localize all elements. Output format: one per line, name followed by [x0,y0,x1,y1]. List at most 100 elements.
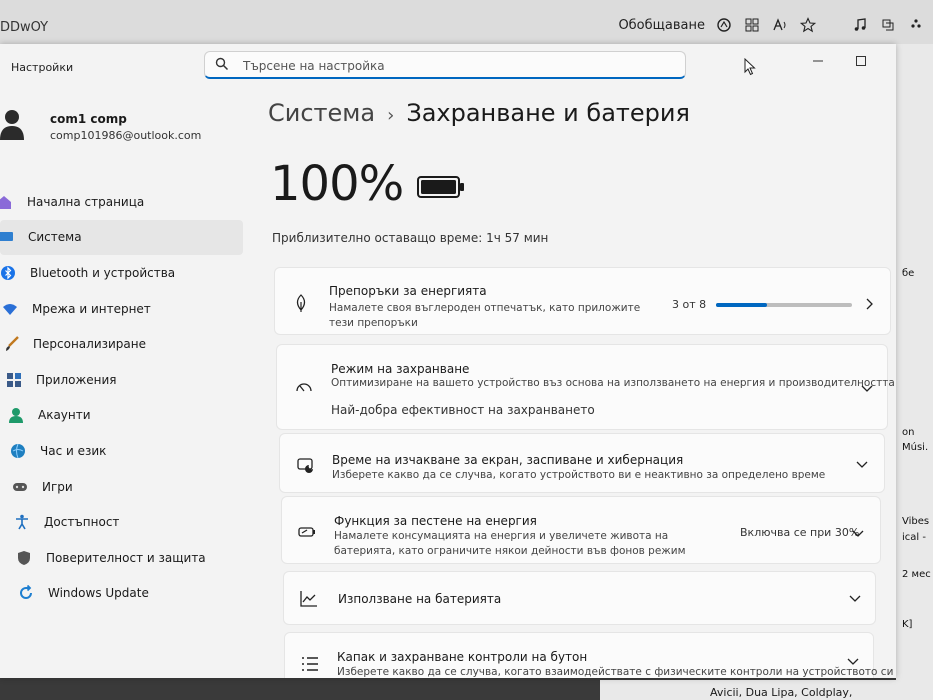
sidebar-item-label: Час и език [40,443,107,458]
copilot-icon[interactable] [715,16,733,34]
globe-icon [11,443,25,459]
user-email: comp101986@outlook.com [50,129,202,142]
battery-icon [417,176,464,198]
energy-progress-bar [716,303,852,307]
power-mode-icon [296,383,312,392]
sidebar-item-label: Поверителност и защита [46,550,206,565]
card-title: Препоръки за енергията [329,284,487,298]
sidebar-item-label: Начална страница [27,194,145,209]
avatar[interactable] [0,108,26,140]
lid-power-button-card[interactable]: Капак и захранване контроли на бутон Изб… [284,632,894,678]
sidebar-item-bluetooth[interactable]: Bluetooth и устройства [0,255,246,291]
breadcrumb: Система › Захранване и батерия [268,99,690,127]
accessibility-icon [16,514,28,530]
chart-line-icon [300,591,317,607]
card-title: Режим на захранване [331,362,470,376]
chevron-right-icon: › [387,105,395,126]
shield-icon [18,550,30,565]
sidebar-item-home[interactable]: Начална страница [0,184,246,220]
card-title: Използване на батерията [338,592,502,606]
system-icon [0,232,13,242]
chevron-down-icon [849,595,861,602]
chevron-right-icon [866,298,873,310]
sidebar-item-network[interactable]: Мрежа и интернет [0,291,246,327]
sidebar-item-gaming[interactable]: Игри [0,469,246,505]
screen-sleep-icon [297,458,313,473]
background-text: K] [902,619,913,630]
sidebar-item-personalization[interactable]: Персонализиране [0,326,246,362]
screen-sleep-card[interactable]: Време на изчакване за екран, заспиване и… [279,433,885,493]
sidebar-nav: Начална страница Система Bluetooth и уст… [0,184,246,611]
window-title: Настройки [11,61,74,74]
power-mode-card[interactable]: Режим на захранване Оптимизиране на ваше… [276,344,895,430]
search-input[interactable] [241,55,665,77]
energy-saver-card[interactable]: Функция за пестене на енергия Намалете к… [281,496,881,564]
favorite-star-icon[interactable] [799,16,817,34]
background-text: on [902,427,915,438]
remaining-time: Приблизително оставащо време: 1ч 57 мин [272,231,549,245]
music-icon[interactable] [851,16,869,34]
leaf-icon [296,294,306,312]
progress-fill [716,303,767,307]
sidebar-item-windows-update[interactable]: Windows Update [0,576,246,612]
search-box[interactable] [204,51,686,79]
summary-button[interactable]: Обобщаване [618,18,705,33]
sidebar-item-apps[interactable]: Приложения [0,362,246,398]
card-description: Изберете какво да се случва, когато взаи… [337,666,894,678]
chevron-down-icon [856,461,868,468]
sidebar-item-label: Акаунти [38,408,91,423]
sidebar-item-label: Мрежа и интернет [32,301,151,316]
bluetooth-icon [1,265,15,280]
sidebar-item-system[interactable]: Система [0,219,243,256]
sidebar-item-label: Персонализиране [33,337,147,352]
browser-toolbar: DDwOY Обобщаване [0,0,933,45]
minimize-icon [813,60,823,62]
sidebar-item-privacy[interactable]: Поверителност и защита [0,540,246,576]
page-title: Захранване и батерия [406,99,690,127]
browser-tab-title[interactable]: DDwOY [0,20,48,35]
sidebar-item-label: Достъпност [44,515,120,530]
card-description: Намалете консумацията на енергия и увели… [334,530,686,557]
card-description: Намалете своя въглероден отпечатък, като… [329,302,641,329]
chevron-down-icon [852,530,864,537]
wifi-icon [3,303,17,315]
energy-saver-icon [298,527,315,537]
energy-recommendations-card[interactable]: Препоръки за енергията Намалете своя въг… [274,267,891,335]
background-bottom: Avicii, Dua Lipa, Coldplay, [600,680,933,700]
battery-usage-card[interactable]: Използване на батерията [283,571,876,625]
breadcrumb-parent[interactable]: Система [268,99,375,127]
search-icon [215,57,229,71]
energy-saver-value: Включва се при 30% [740,526,860,539]
settings-window: Настройки com1 comp comp101986@outlook.c… [0,44,896,678]
sidebar-item-label: Bluetooth и устройства [30,265,176,280]
power-mode-value[interactable]: Най-добра ефективност на захранването [331,403,595,417]
browser-menu-icon[interactable] [907,16,925,34]
sidebar-item-label: Приложения [36,372,117,387]
account-icon [9,408,23,424]
background-text: Músi. [902,442,929,453]
battery-fill [421,180,456,194]
background-text: Vibes [902,516,930,527]
maximize-button[interactable] [846,50,876,72]
read-aloud-icon[interactable] [771,16,789,34]
minimize-button[interactable] [803,50,833,72]
card-title: Капак и захранване контроли на бутон [337,650,588,664]
sidebar-item-label: Windows Update [48,586,149,601]
card-title: Функция за пестене на енергия [334,514,537,528]
background-text: ical - [902,532,926,543]
sidebar-item-accessibility[interactable]: Достъпност [0,504,246,540]
sidebar-item-time-language[interactable]: Час и език [0,433,246,469]
background-text: бе [902,268,915,279]
card-description: Изберете какво да се случва, когато устр… [332,469,826,481]
card-title: Време на изчакване за екран, заспиване и… [332,453,684,467]
collections-icon[interactable] [879,16,897,34]
background-text: Avicii, Dua Lipa, Coldplay, [710,686,853,699]
maximize-icon [856,56,866,66]
user-name: com1 comp [50,112,127,126]
update-icon [20,585,32,600]
brush-icon [6,336,19,352]
sidebar-item-accounts[interactable]: Акаунти [0,398,246,434]
extensions-icon[interactable] [743,16,761,34]
close-button[interactable] [890,50,896,72]
battery-percent: 100% [270,156,404,212]
